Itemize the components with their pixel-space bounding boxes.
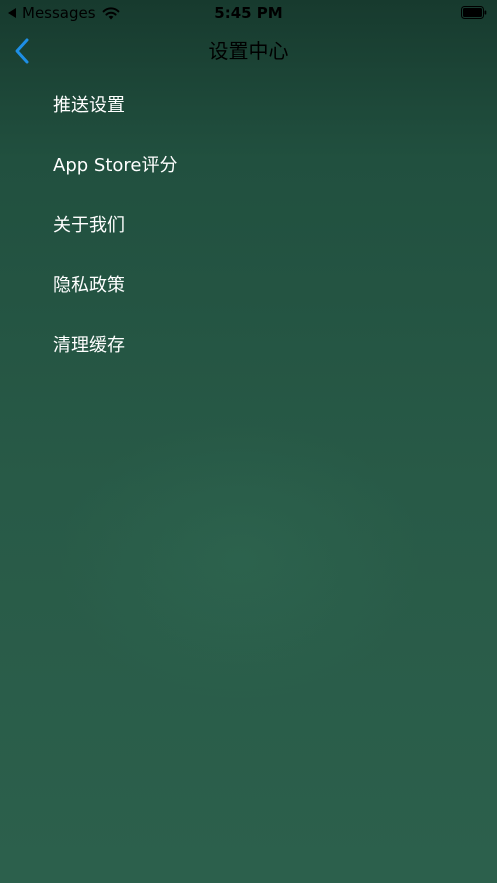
menu-item-label: 推送设置 (53, 95, 125, 116)
menu-item-label: 关于我们 (53, 215, 125, 236)
menu-item-clear-cache[interactable]: 清理缓存 (0, 316, 497, 376)
menu-item-privacy-policy[interactable]: 隐私政策 (0, 256, 497, 316)
menu-item-label: 隐私政策 (53, 275, 125, 296)
menu-item-app-store-rating[interactable]: App Store评分 (0, 136, 497, 196)
status-bar: Messages 5:45 PM (0, 0, 497, 26)
navigation-bar: 设置中心 (0, 26, 497, 76)
menu-item-label: 清理缓存 (53, 335, 125, 356)
menu-item-label: App Store评分 (53, 155, 178, 176)
settings-screen: Messages 5:45 PM 设置中心 推送设置 App Store评分 关… (0, 0, 497, 883)
menu-item-about-us[interactable]: 关于我们 (0, 196, 497, 256)
menu-item-push-settings[interactable]: 推送设置 (0, 76, 497, 136)
page-title: 设置中心 (208, 39, 289, 63)
status-time: 5:45 PM (214, 4, 283, 22)
battery-icon (461, 6, 487, 19)
settings-menu: 推送设置 App Store评分 关于我们 隐私政策 清理缓存 (0, 76, 497, 376)
